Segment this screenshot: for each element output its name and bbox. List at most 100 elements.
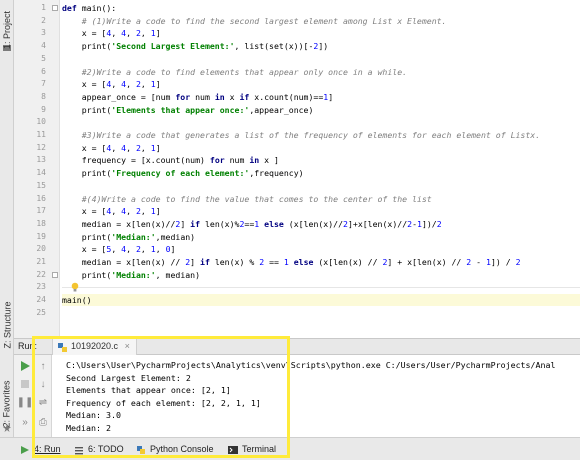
code-token: ,frequency) xyxy=(249,168,304,179)
lightbulb-icon[interactable] xyxy=(71,282,79,292)
code-line: print('Elements that appear once:',appea… xyxy=(62,104,314,116)
line-number: 16 xyxy=(36,193,46,203)
soft-wrap-button[interactable]: ⇌ xyxy=(36,395,50,409)
code-token: def xyxy=(62,3,82,13)
structure-tool-tab[interactable]: Z: Structure xyxy=(0,290,14,360)
line-number: 15 xyxy=(36,180,46,190)
code-line: print('Median:',median) xyxy=(62,231,195,243)
todo-tool-window-button[interactable]: 6: TODO xyxy=(74,442,124,457)
code-token: ]) xyxy=(318,41,329,52)
code-token: (x[len(x)// xyxy=(288,218,344,229)
code-line: x = [4, 4, 2, 1] xyxy=(62,27,161,39)
code-token: ,appear_once) xyxy=(249,104,314,115)
code-token: ] xyxy=(190,257,201,267)
more-options-button[interactable]: » xyxy=(18,415,32,429)
console-output[interactable]: C:\Users\User\PycharmProjects\Analytics\… xyxy=(58,355,580,437)
code-line: x = [4, 4, 2, 1] xyxy=(62,205,161,217)
code-token: x.count(num)== xyxy=(254,91,324,102)
code-token: , xyxy=(140,206,151,217)
code-token: ] xyxy=(155,28,161,39)
code-token: ] xyxy=(170,244,176,255)
line-number: 10 xyxy=(36,117,46,127)
project-tool-tab[interactable]: 1: Project xyxy=(0,0,14,60)
favorites-tool-tab[interactable]: 2: Favorites xyxy=(0,372,14,436)
line-number: 22 xyxy=(36,269,46,279)
console-line: Frequency of each element: [2, 2, 1, 1] xyxy=(66,397,261,408)
code-token: 2 xyxy=(466,257,477,267)
code-token: , xyxy=(155,244,166,255)
code-token: ] xyxy=(328,91,334,102)
code-token: , xyxy=(126,142,136,153)
fold-marker-icon[interactable] xyxy=(52,5,58,11)
structure-tab-label: Z: Structure xyxy=(2,301,13,349)
print-button[interactable]: ⎙ xyxy=(36,415,50,429)
code-token: , xyxy=(140,142,151,153)
method-separator xyxy=(62,287,580,289)
code-token: , xyxy=(126,79,136,90)
code-token: , xyxy=(111,206,122,217)
code-line: def main(): xyxy=(62,2,116,14)
python-icon xyxy=(137,446,145,454)
code-token: num xyxy=(195,91,215,102)
code-area[interactable]: def main(): # (1)Write a code to find th… xyxy=(62,0,580,338)
python-console-button[interactable]: Python Console xyxy=(136,442,214,457)
code-line: print('Frequency of each element:',frequ… xyxy=(62,167,304,179)
code-token: main() xyxy=(62,295,92,306)
code-token: x = [ xyxy=(62,28,107,39)
pause-icon: ❚❚ xyxy=(16,396,34,408)
terminal-button[interactable]: Terminal xyxy=(228,442,276,457)
code-token: frequency = [x.count(num) xyxy=(62,155,210,166)
code-token: 1 xyxy=(283,257,294,267)
code-token: main xyxy=(81,3,102,13)
code-token: median = x[len(x) // xyxy=(62,257,186,267)
line-number: 23 xyxy=(36,282,46,292)
code-line: x = [4, 4, 2, 1] xyxy=(62,78,161,90)
code-token: for xyxy=(209,155,230,166)
terminal-label: Terminal xyxy=(242,444,277,454)
run-config-tab[interactable]: 10192020.c × xyxy=(52,339,137,355)
fold-marker-icon[interactable] xyxy=(52,271,58,278)
python-console-label: Python Console xyxy=(150,444,214,454)
code-editor[interactable]: 1 2 3 4 5 6 7 8 9 10 11 12 13 14 15 16 17 18 19 20 21 22 23 24 2… xyxy=(14,0,580,338)
rerun-button[interactable] xyxy=(18,359,32,373)
code-token: , xyxy=(111,142,122,153)
code-token: print( xyxy=(62,41,112,52)
console-line: Elements that appear once: [2, 1] xyxy=(66,385,231,396)
code-token: if xyxy=(190,218,205,229)
code-token: if xyxy=(200,257,215,267)
run-config-name: 10192020.c xyxy=(71,341,119,351)
pause-button[interactable]: ❚❚ xyxy=(16,395,34,409)
code-token: len(x)% xyxy=(204,218,240,229)
code-token: 'Median:' xyxy=(111,231,156,242)
scroll-up-button[interactable]: ↑ xyxy=(36,359,50,373)
project-tab-label: 1: Project xyxy=(2,10,12,50)
run-tool-label: 4: Run xyxy=(34,444,61,454)
code-token: == xyxy=(269,257,284,267)
code-token: ] xyxy=(155,206,161,217)
star-icon xyxy=(3,424,11,432)
code-token: ] xyxy=(155,79,161,90)
code-token: , xyxy=(126,206,136,217)
line-number: 18 xyxy=(36,218,46,228)
code-token: median = x[len(x)// xyxy=(62,218,176,229)
line-number: 6 xyxy=(41,66,46,76)
code-token: x = [ xyxy=(62,79,107,90)
code-token: (x[len(x) // xyxy=(318,257,383,267)
run-tool-window-button[interactable]: 4: Run xyxy=(20,442,61,457)
code-token: - xyxy=(476,257,486,267)
code-token: if xyxy=(239,91,255,102)
code-line: print('Median:', median) xyxy=(62,269,200,281)
line-number: 20 xyxy=(36,244,46,254)
code-token: ] xyxy=(155,142,161,153)
stop-button[interactable] xyxy=(18,377,32,391)
code-token: x ] xyxy=(264,155,279,166)
scroll-down-button[interactable]: ↓ xyxy=(36,377,50,391)
code-token: print( xyxy=(62,231,112,242)
run-toolbar: ↑ ↓ ❚❚ ⇌ » ⎙ xyxy=(14,355,52,437)
code-token: , xyxy=(140,79,151,90)
code-token: ]) / xyxy=(490,257,516,267)
close-tab-icon[interactable]: × xyxy=(125,341,130,351)
line-number-gutter: 1 2 3 4 5 6 7 8 9 10 11 12 13 14 15 16 17 18 19 20 21 22 23 24 2… xyxy=(14,0,60,338)
current-line-highlight xyxy=(62,294,580,307)
more-icon: » xyxy=(22,416,28,428)
